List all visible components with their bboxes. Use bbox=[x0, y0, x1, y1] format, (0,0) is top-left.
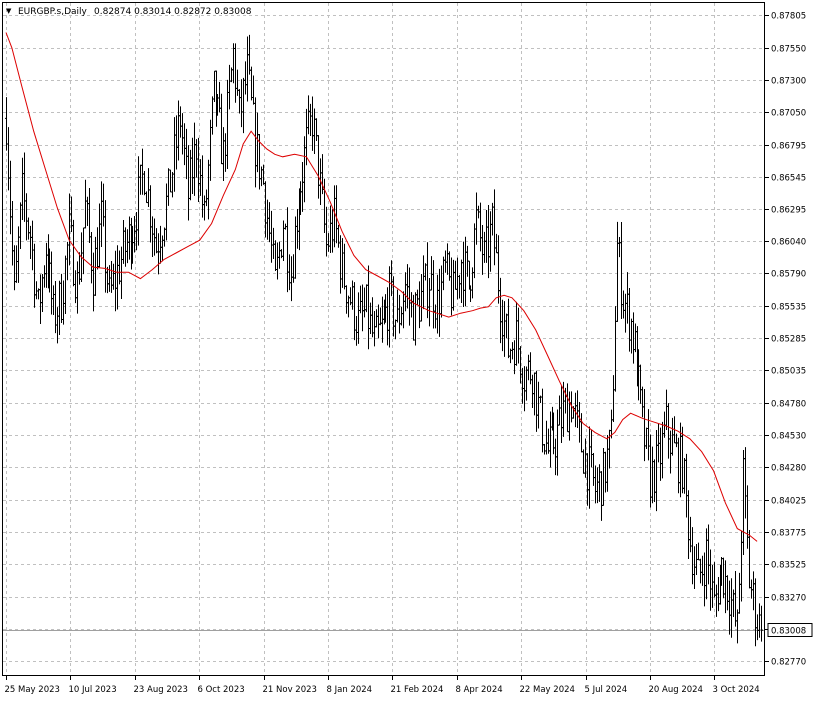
y-tick-label: 0.84780 bbox=[771, 400, 806, 410]
y-tick-label: 0.85285 bbox=[771, 335, 806, 345]
x-tick-label: 8 Apr 2024 bbox=[456, 685, 503, 695]
price-axis: 0.87805 0.87550 0.87300 0.87050 0.86795 0.865… bbox=[765, 12, 806, 668]
ohlc-values: 0.82874 0.83014 0.82872 0.83008 bbox=[94, 7, 252, 17]
x-tick-label: 8 Jan 2024 bbox=[327, 685, 373, 695]
price-tag: 0.83008 bbox=[767, 623, 813, 637]
price-chart[interactable]: 0.87805 0.87550 0.87300 0.87050 0.86795 0.865… bbox=[0, 0, 813, 700]
y-tick-label: 0.85535 bbox=[771, 303, 806, 313]
y-tick-label: 0.86295 bbox=[771, 206, 806, 216]
y-tick-label: 0.84025 bbox=[771, 497, 806, 507]
y-tick-label: 0.87050 bbox=[771, 109, 806, 119]
x-tick-label: 10 Jul 2023 bbox=[69, 685, 117, 695]
y-tick-label: 0.84530 bbox=[771, 432, 806, 442]
y-tick-label: 0.86040 bbox=[771, 238, 806, 248]
y-tick-label: 0.87300 bbox=[771, 77, 806, 87]
collapse-triangle-icon[interactable]: ▼ bbox=[6, 7, 12, 15]
y-tick-label: 0.85035 bbox=[771, 367, 806, 377]
y-tick-label: 0.83270 bbox=[771, 594, 806, 604]
price-tag-label: 0.83008 bbox=[771, 627, 806, 637]
y-tick-label: 0.84280 bbox=[771, 464, 806, 474]
chart-header: ▼ EURGBP.s,Daily 0.82874 0.83014 0.82872… bbox=[6, 7, 252, 17]
x-tick-label: 3 Oct 2024 bbox=[713, 685, 760, 695]
chart-window[interactable]: 0.87805 0.87550 0.87300 0.87050 0.86795 0.865… bbox=[0, 0, 813, 700]
x-tick-label: 21 Feb 2024 bbox=[391, 685, 444, 695]
y-tick-label: 0.87805 bbox=[771, 12, 806, 22]
y-tick-label: 0.86545 bbox=[771, 174, 806, 184]
x-tick-label: 6 Oct 2023 bbox=[198, 685, 245, 695]
y-tick-label: 0.85790 bbox=[771, 270, 806, 280]
x-tick-label: 23 Aug 2023 bbox=[134, 685, 188, 695]
y-tick-label: 0.87550 bbox=[771, 45, 806, 55]
y-tick-label: 0.82770 bbox=[771, 658, 806, 668]
symbol-label: EURGBP.s,Daily bbox=[18, 7, 88, 17]
x-tick-label: 25 May 2023 bbox=[5, 685, 60, 695]
x-tick-label: 20 Aug 2024 bbox=[649, 685, 703, 695]
x-tick-label: 22 May 2024 bbox=[520, 685, 575, 695]
y-tick-label: 0.86795 bbox=[771, 142, 806, 152]
x-tick-label: 21 Nov 2023 bbox=[263, 685, 317, 695]
y-tick-label: 0.83525 bbox=[771, 561, 806, 571]
x-tick-label: 5 Jul 2024 bbox=[585, 685, 628, 695]
y-tick-label: 0.83775 bbox=[771, 529, 806, 539]
